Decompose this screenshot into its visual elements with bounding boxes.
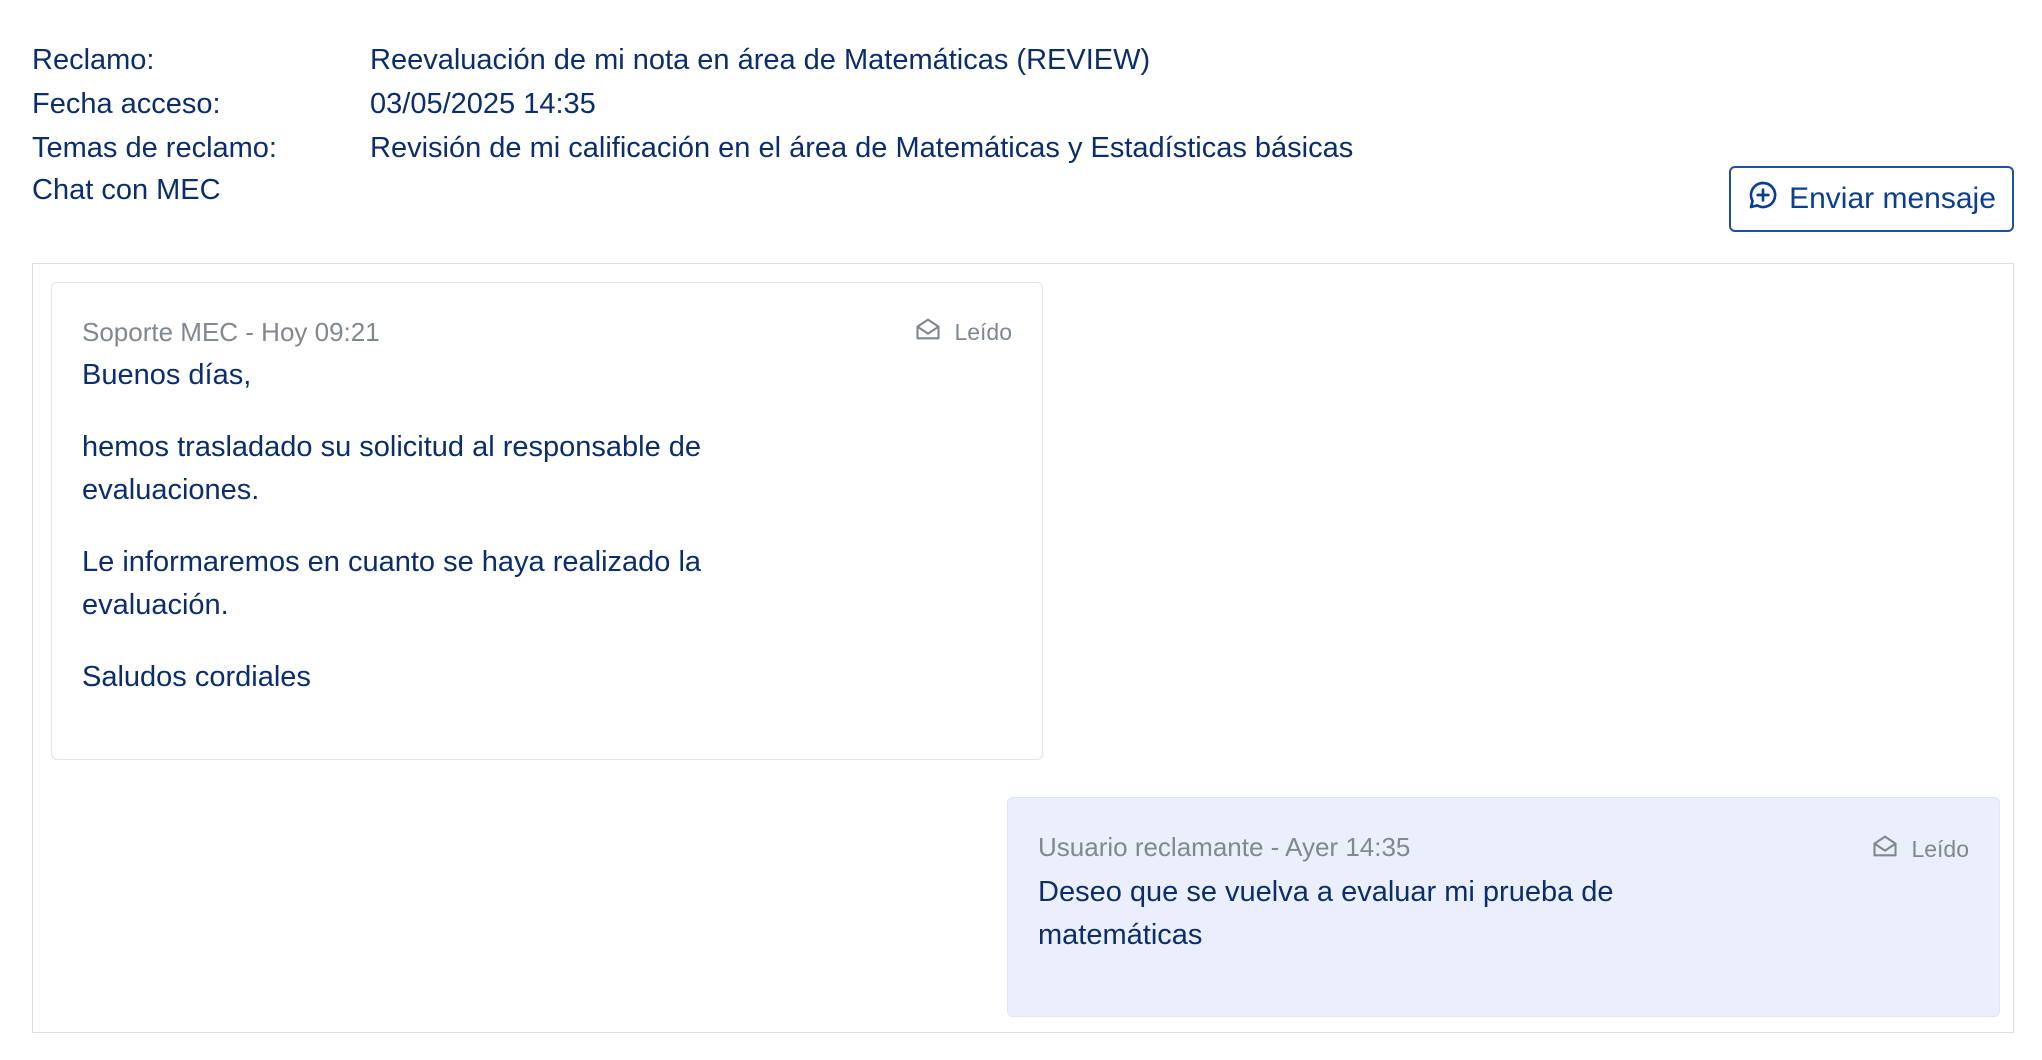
claim-topics-label: Temas de reclamo:	[32, 131, 277, 164]
access-date-label: Fecha acceso:	[32, 87, 221, 120]
envelope-open-icon	[914, 315, 942, 349]
message-paragraph: Buenos días,	[82, 359, 252, 391]
chat-title: Chat con MEC	[32, 174, 221, 206]
chat-plus-icon	[1747, 179, 1779, 219]
message-paragraph: Saludos cordiales	[82, 661, 311, 693]
claim-info: Reclamo: Reevaluación de mi nota en área…	[32, 38, 1353, 170]
message-paragraph: Deseo que se vuelva a evaluar mi prueba …	[1038, 876, 1614, 951]
read-status: Leído	[914, 315, 1012, 349]
message-meta: Soporte MEC - Hoy 09:21	[82, 317, 380, 347]
send-message-button[interactable]: Enviar mensaje	[1729, 166, 2014, 232]
access-date-value: 03/05/2025 14:35	[370, 87, 596, 120]
read-status-label: Leído	[954, 318, 1012, 345]
send-message-label: Enviar mensaje	[1789, 182, 1996, 215]
claim-topics-row: Temas de reclamo: Revisión de mi calific…	[32, 126, 1353, 170]
claim-label: Reclamo:	[32, 43, 155, 76]
envelope-open-icon	[1871, 832, 1899, 866]
claim-row: Reclamo: Reevaluación de mi nota en área…	[32, 38, 1353, 82]
message-meta: Usuario reclamante - Ayer 14:35	[1038, 832, 1411, 862]
message-paragraph: hemos trasladado su solicitud al respons…	[82, 431, 702, 506]
message-body: Deseo que se vuelva a evaluar mi prueba …	[1038, 871, 1969, 957]
access-date-row: Fecha acceso: 03/05/2025 14:35	[32, 82, 1353, 126]
message-paragraph: Le informaremos en cuanto se haya realiz…	[82, 546, 702, 621]
read-status-label: Leído	[1911, 835, 1969, 862]
claim-topics-value: Revisión de mi calificación en el área d…	[370, 131, 1354, 164]
message-body: Buenos días, hemos trasladado su solicit…	[82, 354, 1012, 699]
read-status: Leído	[1871, 832, 1969, 866]
message-user: Usuario reclamante - Ayer 14:35 Leído De…	[1007, 797, 2000, 1017]
chat-panel[interactable]: Soporte MEC - Hoy 09:21 Leído Buenos día…	[32, 263, 2014, 1033]
claim-value: Reevaluación de mi nota en área de Matem…	[370, 43, 1151, 76]
message-support: Soporte MEC - Hoy 09:21 Leído Buenos día…	[51, 282, 1043, 760]
